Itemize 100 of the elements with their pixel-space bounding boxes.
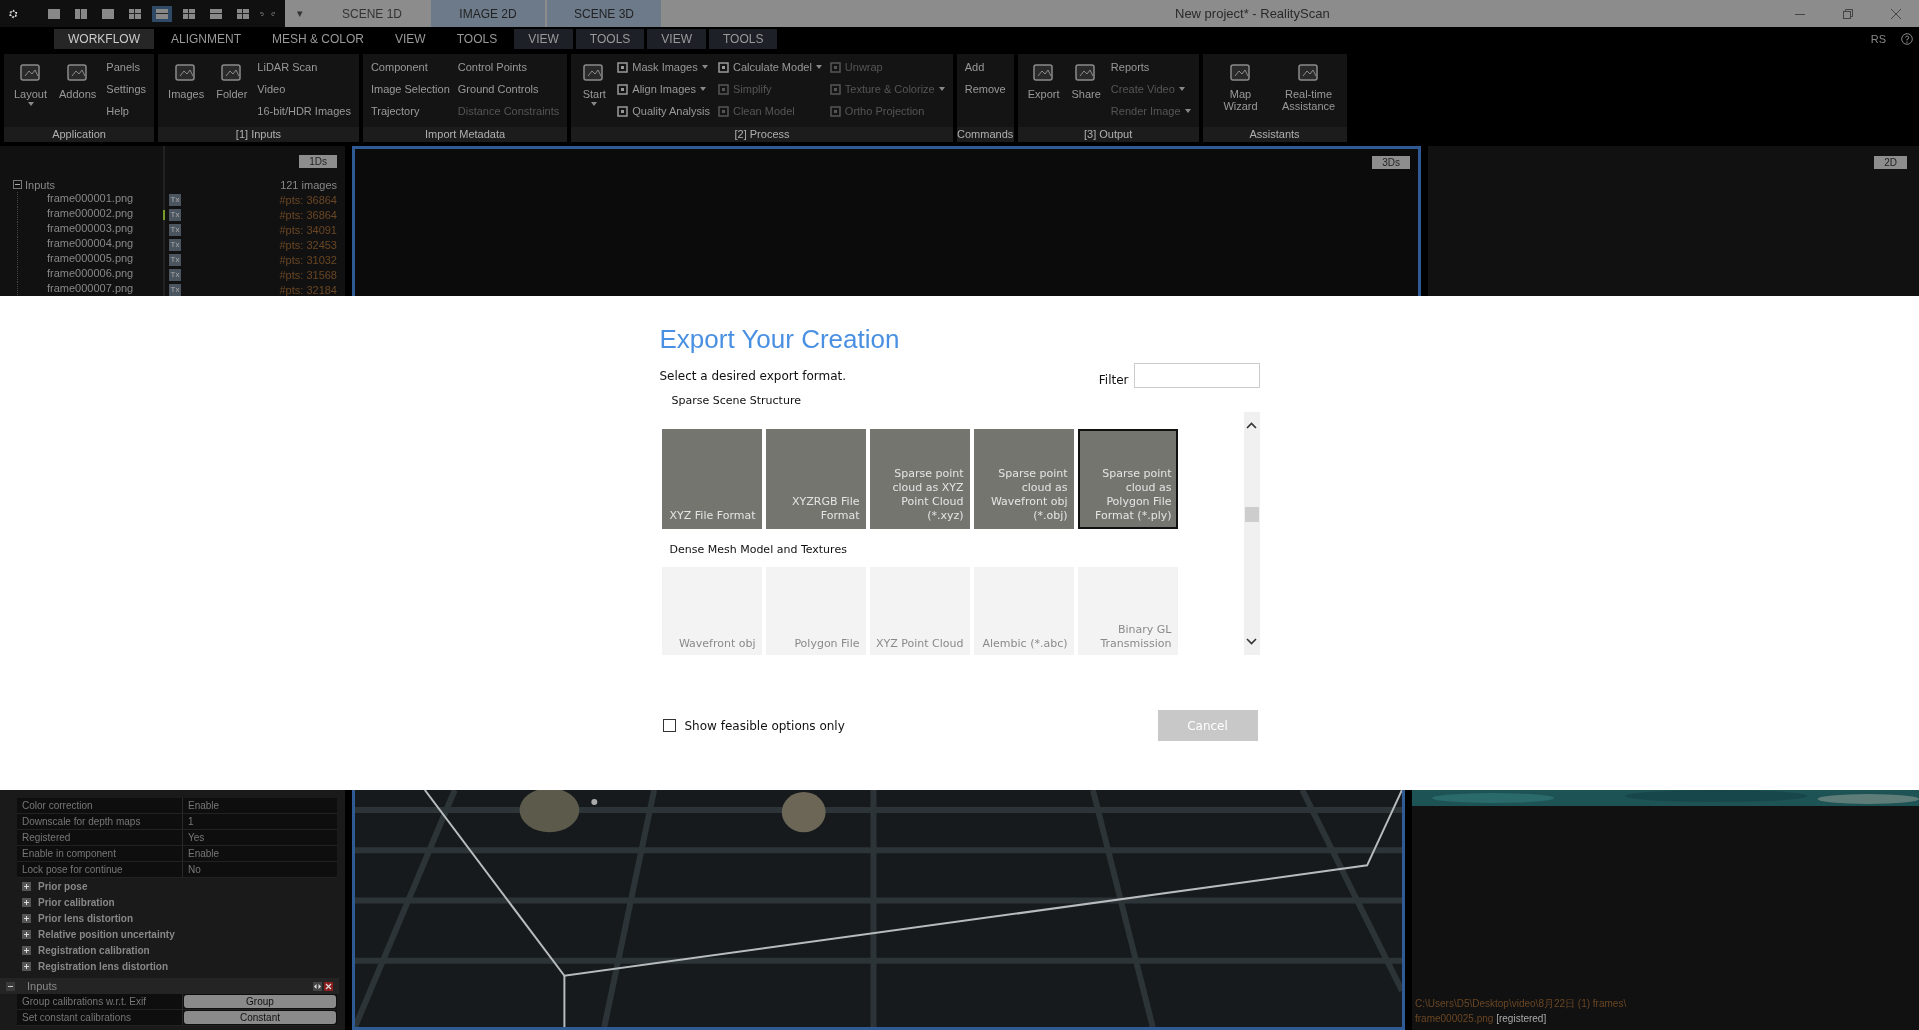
ribbon-button[interactable]: Align Images bbox=[617, 80, 710, 98]
tree-item[interactable]: frame000005.png bbox=[47, 252, 134, 264]
ribbon-tab[interactable]: TOOLS bbox=[442, 29, 512, 49]
viewport-badge: 2D bbox=[1874, 156, 1907, 169]
section-heading[interactable]: Prior pose bbox=[38, 880, 88, 892]
ribbon-button[interactable]: Share bbox=[1069, 58, 1103, 127]
checkbox[interactable] bbox=[662, 719, 676, 732]
ribbon-button[interactable]: Trajectory bbox=[370, 102, 450, 120]
scroll-up-icon[interactable] bbox=[1246, 422, 1257, 429]
ribbon-button[interactable]: Settings bbox=[106, 80, 147, 98]
ribbon-button[interactable]: Image Selection bbox=[370, 80, 450, 98]
ribbon-tab[interactable]: WORKFLOW bbox=[54, 29, 154, 49]
ribbon-button[interactable]: Video bbox=[257, 80, 351, 98]
split-icon[interactable] bbox=[313, 981, 322, 991]
account-label[interactable]: RS bbox=[1870, 33, 1886, 45]
restore-icon[interactable] bbox=[1843, 8, 1853, 19]
property-name: Set constant calibrations bbox=[17, 1010, 183, 1025]
help-icon[interactable] bbox=[1901, 33, 1913, 45]
ribbon-tab[interactable]: TOOLS bbox=[709, 29, 778, 49]
scrollbar-thumb[interactable] bbox=[1244, 507, 1259, 522]
ribbon-button[interactable]: Component bbox=[370, 58, 450, 76]
file-path: C:\Users\D5\Desktop\video\8月22日 (1) frames\ bbox=[1415, 997, 1628, 1011]
section-heading[interactable]: Registration lens distortion bbox=[38, 960, 168, 972]
ribbon-tab[interactable]: TOOLS bbox=[575, 29, 645, 49]
property-name: Registered bbox=[17, 830, 183, 845]
caret-icon bbox=[699, 87, 706, 91]
ribbon-button[interactable]: Start bbox=[579, 58, 610, 127]
tool-icon bbox=[829, 105, 841, 117]
tree-item[interactable]: frame000003.png bbox=[47, 222, 134, 234]
file-name: frame000025.png bbox=[1415, 1013, 1494, 1024]
point-count: #pts: 32184 bbox=[279, 283, 337, 296]
property-value[interactable]: Enable bbox=[183, 846, 337, 861]
viewport-badge: 3Ds bbox=[1372, 156, 1410, 169]
layout-tab[interactable]: SCENE 3D bbox=[547, 0, 661, 27]
format-tile[interactable]: Sparse point cloud as XYZ Point Cloud (*.xyz) bbox=[869, 429, 970, 529]
collapse-icon[interactable] bbox=[6, 981, 15, 991]
caret-icon bbox=[938, 87, 945, 91]
format-tile[interactable]: Sparse point cloud as Polygon File Format (*.ply) bbox=[1077, 429, 1178, 529]
texture-tag: Tx bbox=[169, 238, 181, 251]
layout-tab[interactable]: IMAGE 2D bbox=[431, 0, 545, 27]
property-button[interactable]: Constant bbox=[184, 1011, 336, 1024]
ribbon-button[interactable]: Images bbox=[166, 58, 207, 127]
ribbon-button[interactable]: Mask Images bbox=[617, 58, 710, 76]
expand-icon[interactable] bbox=[22, 881, 31, 891]
ribbon-button[interactable]: Folder bbox=[214, 58, 250, 127]
property-value[interactable]: No bbox=[183, 862, 337, 877]
tool-icon bbox=[829, 61, 841, 73]
property-value[interactable]: 1 bbox=[183, 814, 337, 829]
ribbon-button[interactable]: Export bbox=[1025, 58, 1062, 127]
tree-item[interactable]: frame000004.png bbox=[47, 237, 134, 249]
group-label: Commands bbox=[956, 127, 1014, 142]
viewport[interactable]: 3Ds bbox=[352, 146, 1421, 296]
ribbon-button[interactable]: Real-time Assistance bbox=[1278, 58, 1339, 127]
tool-icon bbox=[717, 61, 729, 73]
filter-field[interactable] bbox=[1133, 363, 1260, 388]
scroll-down-icon[interactable] bbox=[1246, 638, 1257, 645]
property-button[interactable]: Group bbox=[184, 995, 336, 1008]
ribbon-tab[interactable]: VIEW bbox=[514, 29, 573, 49]
property-value[interactable]: Enable bbox=[183, 798, 337, 813]
registration-status: [registered] bbox=[1496, 1013, 1547, 1024]
section-heading[interactable]: Prior lens distortion bbox=[38, 912, 133, 924]
ribbon-button[interactable]: 16-bit/HDR Images bbox=[257, 102, 351, 120]
tree-item[interactable]: frame000002.png bbox=[47, 207, 134, 219]
format-tile[interactable]: XYZRGB File Format bbox=[765, 429, 866, 529]
section-heading[interactable]: Registration calibration bbox=[38, 944, 150, 956]
tree-item[interactable]: frame000006.png bbox=[47, 267, 134, 279]
property-value[interactable]: Yes bbox=[183, 830, 337, 845]
tree-item[interactable]: Inputs bbox=[25, 178, 55, 191]
section-heading[interactable]: Relative position uncertainty bbox=[38, 928, 175, 940]
ribbon-button[interactable]: Panels bbox=[106, 58, 147, 76]
ribbon-button[interactable]: Add bbox=[964, 58, 1006, 76]
format-tile[interactable]: XYZ File Format bbox=[661, 429, 762, 529]
ribbon-button[interactable]: Reports bbox=[1110, 58, 1191, 76]
ribbon-button[interactable]: Addons bbox=[57, 58, 99, 127]
ribbon-button[interactable]: Remove bbox=[964, 80, 1006, 98]
expand-icon[interactable] bbox=[22, 929, 31, 939]
tree-item[interactable]: frame000001.png bbox=[47, 192, 134, 204]
expand-icon[interactable] bbox=[22, 897, 31, 907]
ribbon-button[interactable]: Map Wizard bbox=[1210, 58, 1271, 127]
expand-icon[interactable] bbox=[22, 913, 31, 923]
expand-icon[interactable] bbox=[22, 945, 31, 955]
tree-item[interactable]: frame000007.png bbox=[47, 282, 134, 294]
expand-icon[interactable] bbox=[22, 961, 31, 971]
ribbon-tab[interactable]: VIEW bbox=[647, 29, 706, 49]
section-heading[interactable]: Prior calibration bbox=[38, 896, 115, 908]
ribbon-button[interactable]: Layout bbox=[12, 58, 50, 127]
ribbon-button[interactable]: Help bbox=[106, 102, 147, 120]
scrollbar[interactable] bbox=[1243, 412, 1260, 655]
ribbon-button[interactable]: Ground Controls bbox=[457, 80, 560, 98]
quick-access-menu[interactable]: ▾ bbox=[285, 7, 315, 20]
ribbon-tab[interactable]: VIEW bbox=[381, 29, 440, 49]
ribbon-button[interactable]: LiDAR Scan bbox=[257, 58, 351, 76]
ribbon-tab[interactable]: ALIGNMENT bbox=[157, 29, 255, 49]
format-tile[interactable]: Sparse point cloud as Wavefront obj (*.obj) bbox=[973, 429, 1074, 529]
ribbon-button[interactable]: Calculate Model bbox=[717, 58, 822, 76]
ribbon-tab[interactable]: MESH & COLOR bbox=[258, 29, 379, 49]
collapse-icon[interactable] bbox=[13, 180, 22, 189]
layout-button[interactable] bbox=[151, 5, 172, 22]
ribbon-button[interactable]: Control Points bbox=[457, 58, 560, 76]
ribbon-button[interactable]: Quality Analysis bbox=[617, 102, 710, 120]
